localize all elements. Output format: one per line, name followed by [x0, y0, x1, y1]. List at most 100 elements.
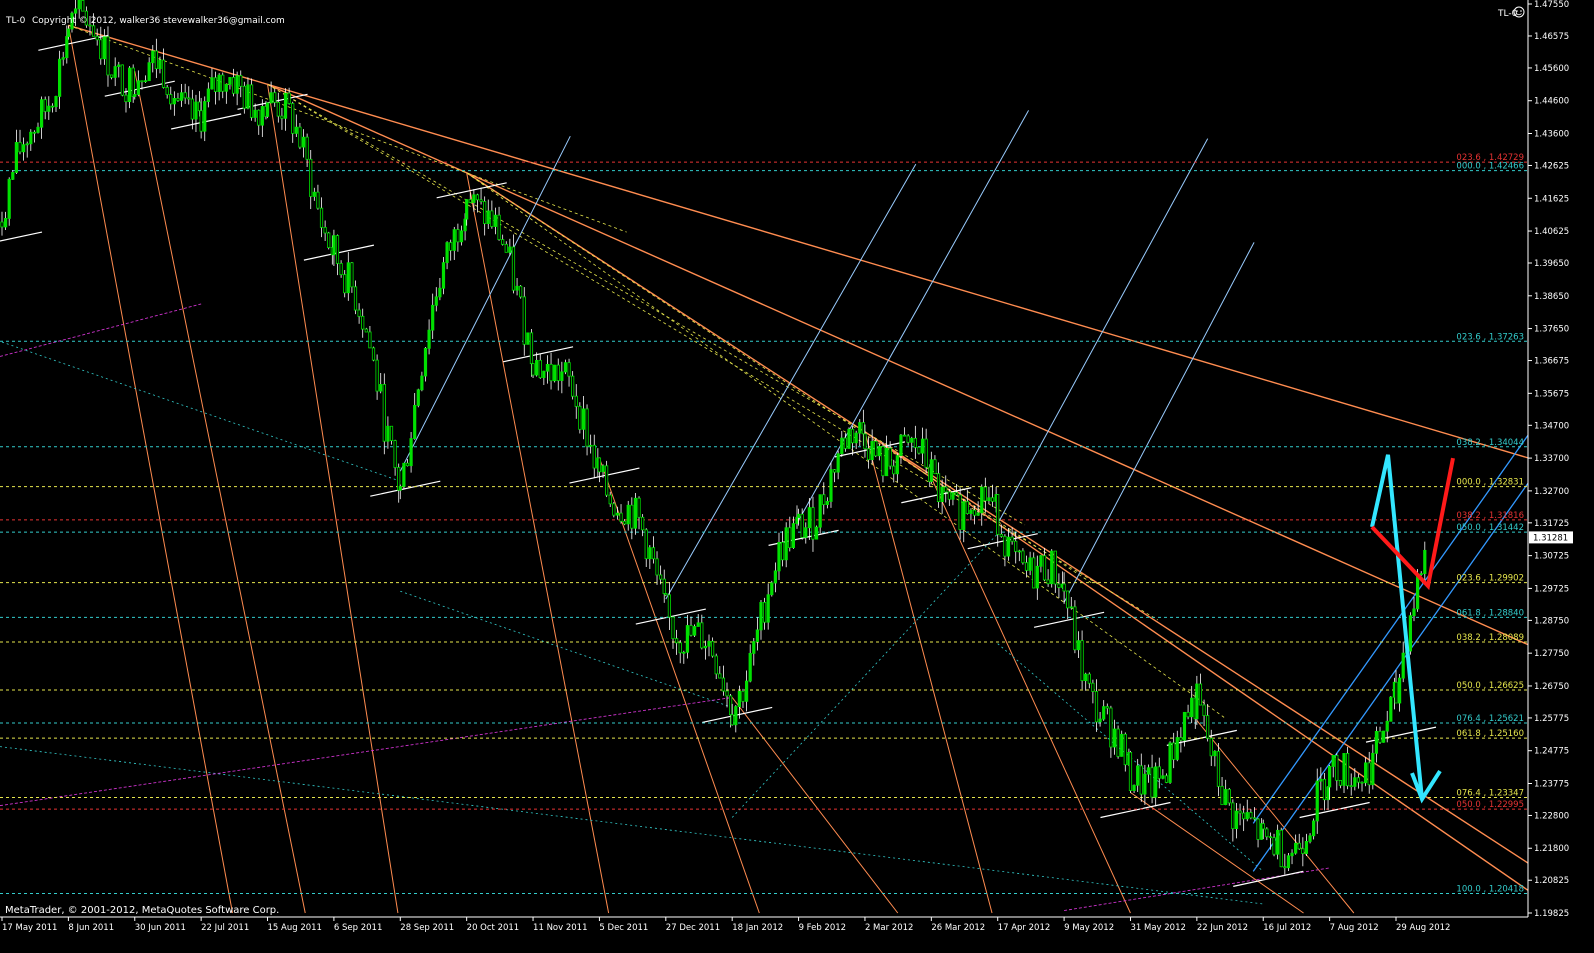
candle-body: [1265, 828, 1269, 838]
candle-body: [822, 494, 826, 505]
candle-body: [752, 641, 756, 654]
candle-body: [804, 527, 808, 538]
candle-body: [976, 512, 980, 516]
candle-body: [1150, 767, 1154, 798]
candle-body: [777, 542, 781, 572]
candle-body: [780, 542, 785, 561]
candle-body: [203, 101, 207, 132]
candle-body: [335, 235, 340, 264]
candle-body: [1364, 762, 1368, 784]
candle-body: [1261, 823, 1265, 830]
candle-body: [1294, 842, 1298, 854]
candle-body: [102, 36, 106, 60]
price-tick-label: 1.28750: [1534, 616, 1569, 626]
candle-body: [1242, 812, 1246, 820]
candle-body: [65, 36, 69, 59]
candle-body: [25, 143, 29, 146]
candle-body: [1227, 789, 1231, 804]
candle-body: [61, 57, 65, 60]
candle-body: [1290, 852, 1294, 857]
candle-body: [1032, 557, 1036, 589]
price-tick-label: 1.46575: [1534, 32, 1569, 42]
candle-body: [1349, 785, 1353, 788]
candle-body: [1416, 573, 1420, 610]
time-tick-label: 26 Mar 2012: [931, 923, 985, 933]
chart-svg[interactable]: 023.6 , 1.42729000.0 , 1.42466023.6 , 1.…: [0, 0, 1594, 949]
candle-body: [818, 494, 822, 528]
candle-body: [725, 690, 729, 697]
candle-body: [1213, 750, 1217, 757]
candle-body: [667, 594, 672, 618]
candle-body: [1249, 812, 1253, 819]
fib-level-label: 076.4 , 1.25621: [1456, 714, 1524, 724]
candle-body: [847, 428, 851, 449]
candle-body: [671, 616, 675, 640]
candle-body: [420, 375, 424, 391]
candle-body: [773, 570, 777, 584]
candle-body: [874, 441, 878, 457]
candle-body: [1326, 786, 1330, 801]
candle-body: [814, 526, 819, 540]
fib-level-label: 038.2 , 1.34044: [1456, 438, 1524, 448]
fib-level-label: 050.0 , 1.31442: [1456, 523, 1524, 533]
time-tick-label: 9 May 2012: [1064, 923, 1114, 933]
candle-body: [1276, 829, 1280, 855]
candle-body: [737, 690, 741, 708]
candle-body: [519, 285, 523, 298]
candle-body: [1080, 640, 1084, 682]
candle-body: [319, 207, 324, 228]
candle-body: [1123, 733, 1127, 766]
candle-body: [784, 527, 788, 561]
candle-body: [239, 75, 243, 87]
candle-body: [1216, 750, 1221, 787]
time-tick-label: 16 Jul 2012: [1263, 923, 1311, 933]
candle-body: [1109, 707, 1113, 748]
candle-body: [1412, 608, 1416, 617]
candle-body: [601, 465, 605, 473]
price-tick-label: 1.22800: [1534, 811, 1569, 821]
candle-body: [1143, 773, 1147, 795]
candle-body: [924, 438, 928, 468]
candle-body: [1010, 536, 1014, 542]
candle-body: [95, 35, 99, 41]
candle-body: [1346, 753, 1350, 787]
price-chart[interactable]: 023.6 , 1.42729 000.0 , 1.42466 023.6 , 1.…: [0, 0, 1594, 949]
candle-body: [1128, 751, 1133, 791]
candle-body: [1304, 840, 1309, 854]
candle-body: [936, 473, 941, 503]
candle-body: [633, 497, 638, 529]
candle-body: [490, 210, 494, 227]
candle-body: [651, 547, 656, 560]
candle-body: [375, 359, 379, 392]
candle-body: [1028, 557, 1032, 571]
candle-body: [866, 448, 871, 461]
candle-body: [147, 62, 151, 82]
candle-body: [511, 246, 516, 291]
candle-body: [479, 199, 483, 202]
candle-body: [693, 626, 697, 636]
candle-body: [379, 384, 383, 392]
candle-body: [1024, 562, 1029, 571]
candle-body: [312, 191, 316, 197]
candle-body: [1161, 775, 1165, 779]
time-tick-label: 20 Oct 2011: [467, 923, 520, 933]
candle-body: [172, 98, 176, 105]
candle-body: [249, 84, 254, 118]
candle-body: [483, 201, 487, 224]
candle-body: [131, 67, 135, 97]
candle-body: [623, 520, 627, 525]
candle-body: [1231, 802, 1235, 830]
candle-body: [206, 88, 210, 102]
candle-body: [231, 77, 236, 94]
candle-body: [1182, 711, 1187, 741]
candle-body: [836, 453, 840, 473]
time-tick-label: 11 Nov 2011: [533, 923, 587, 933]
candle-body: [615, 512, 620, 516]
candle-body: [662, 578, 666, 594]
symbol-label: TL-0: [5, 16, 26, 26]
candle-body: [796, 513, 801, 518]
candle-body: [0, 221, 4, 228]
candle-body: [1172, 742, 1176, 760]
candle-body: [980, 486, 984, 514]
candle-body: [11, 172, 15, 180]
